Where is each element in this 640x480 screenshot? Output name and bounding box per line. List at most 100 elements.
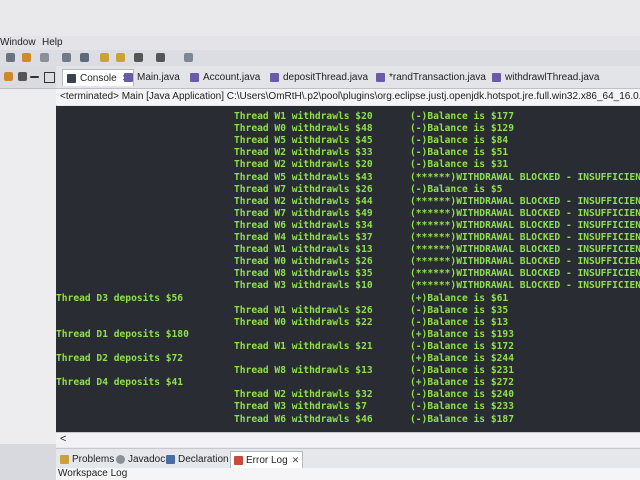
menu-help[interactable]: Help	[42, 37, 63, 48]
package-explorer-panel	[0, 89, 57, 444]
wrench-icon[interactable]	[40, 53, 49, 62]
console-line: Thread W2 withdrawls $33 (-)Balance is $5…	[56, 147, 640, 159]
withdraw-text: Thread W1 withdrawls $13	[234, 244, 373, 256]
deposit-text: Thread D4 deposits $41	[56, 377, 184, 389]
withdraw-text: Thread W8 withdrawls $13	[234, 365, 373, 377]
withdraw-text: Thread W2 withdrawls $44	[234, 195, 373, 207]
console-line: Thread W0 withdrawls $26 (******)WITHDRAW…	[56, 256, 640, 268]
console-line: Thread W0 withdrawls $48 (-)Balance is $1…	[56, 123, 640, 135]
tab-label: withdrawlThread.java	[505, 71, 600, 83]
console-line: Thread D2 deposits $72 (+)Balance is $244	[56, 353, 640, 365]
withdraw-text: Thread W7 withdrawls $26	[234, 183, 373, 195]
deposit-text: Thread D2 deposits $72	[56, 353, 184, 364]
console-line: Thread W7 withdrawls $49 (******)WITHDRAW…	[56, 208, 640, 220]
balance-text: (-)Balance is $172	[410, 340, 514, 352]
tab-withdrawlthread-java[interactable]: withdrawlThread.java	[492, 69, 600, 85]
console-line: Thread W7 withdrawls $26 (-)Balance is $5	[56, 184, 640, 196]
console-line: Thread W1 withdrawls $21 (-)Balance is $1…	[56, 341, 640, 353]
balance-text: (******)WITHDRAWAL BLOCKED - INSUFFICIEN…	[410, 195, 640, 207]
withdraw-text: Thread W8 withdrawls $35	[234, 268, 373, 280]
bottom-tabbar: Problems Javadoc Declaration Error Log ✕	[56, 448, 640, 469]
tab-problems[interactable]: Problems	[60, 451, 114, 467]
balance-text: (-)Balance is $177	[410, 111, 514, 122]
console-line: Thread W1 withdrawls $13 (******)WITHDRAW…	[56, 244, 640, 256]
bookmark-icon[interactable]	[80, 53, 89, 62]
eclipse-window: Window Help Console ✕ Main.java	[0, 0, 640, 480]
withdraw-text: Thread W1 withdrawls $26	[234, 304, 373, 316]
withdraw-text: Thread W3 withdrawls $7	[234, 401, 367, 413]
arrow-right-icon[interactable]	[116, 53, 125, 62]
withdraw-text: Thread W6 withdrawls $34	[234, 219, 373, 231]
console-line: Thread W1 withdrawls $20 (-)Balance is $1…	[56, 111, 640, 123]
java-file-icon	[492, 72, 501, 82]
console-line: Thread W2 withdrawls $32 (-)Balance is $2…	[56, 389, 640, 401]
tab-label: depositThread.java	[283, 71, 369, 83]
withdraw-text: Thread W5 withdrawls $43	[234, 171, 373, 183]
tab-account-java[interactable]: Account.java	[190, 69, 260, 85]
main-toolbar	[0, 50, 640, 67]
console-line: Thread W2 withdrawls $20 (-)Balance is $3…	[56, 159, 640, 171]
arrow-left-icon[interactable]	[100, 53, 109, 62]
console-line: Thread W4 withdrawls $37 (******)WITHDRAW…	[56, 232, 640, 244]
balance-text: (+)Balance is $244	[410, 353, 514, 364]
forward-icon[interactable]	[156, 53, 165, 62]
new-icon[interactable]	[6, 53, 15, 62]
console-line: Thread W3 withdrawls $7 (-)Balance is $23…	[56, 401, 640, 413]
pencil-icon[interactable]	[22, 53, 31, 62]
left-view-tools	[0, 66, 56, 88]
link-icon[interactable]	[4, 72, 13, 81]
balance-text: (******)WITHDRAWAL BLOCKED - INSUFFICIEN…	[410, 219, 640, 231]
tab-label: Javadoc	[128, 453, 166, 465]
console-line: Thread W6 withdrawls $34 (******)WITHDRAW…	[56, 220, 640, 232]
withdraw-text: Thread W2 withdrawls $20	[234, 159, 373, 171]
console-process-label: <terminated> Main [Java Application] C:\…	[56, 89, 640, 105]
back-icon[interactable]	[134, 53, 143, 62]
java-file-icon	[124, 72, 133, 82]
balance-text: (-)Balance is $233	[410, 401, 514, 413]
console-line: Thread W1 withdrawls $26 (-)Balance is $3…	[56, 305, 640, 317]
tab-error-log[interactable]: Error Log ✕	[230, 451, 304, 468]
tab-depositthread-java[interactable]: depositThread.java	[270, 69, 368, 85]
javadoc-icon	[116, 454, 125, 464]
withdraw-text: Thread W0 withdrawls $26	[234, 256, 373, 268]
left-bottom-panel	[0, 444, 56, 480]
console-line: Thread W5 withdrawls $43 (******)WITHDRAW…	[56, 172, 640, 184]
perspective-icon[interactable]	[184, 53, 193, 62]
balance-text: (-)Balance is $31	[410, 159, 509, 171]
menu-window[interactable]: Window	[0, 37, 36, 48]
balance-text: (******)WITHDRAWAL BLOCKED - INSUFFICIEN…	[410, 207, 640, 219]
minimize-icon[interactable]	[30, 76, 39, 78]
declaration-icon	[166, 454, 175, 464]
withdraw-text: Thread W6 withdrawls $46	[234, 413, 373, 425]
step-icon[interactable]	[62, 53, 71, 62]
balance-text: (-)Balance is $187	[410, 413, 514, 425]
balance-text: (+)Balance is $61	[410, 292, 509, 304]
console-line: Thread W6 withdrawls $46 (-)Balance is $1…	[56, 414, 640, 426]
close-icon[interactable]: ✕	[292, 455, 300, 466]
tab-label: Account.java	[203, 71, 261, 83]
tab-javadoc[interactable]: Javadoc	[116, 451, 165, 467]
balance-text: (******)WITHDRAWAL BLOCKED - INSUFFICIEN…	[410, 244, 640, 256]
balance-text: (******)WITHDRAWAL BLOCKED - INSUFFICIEN…	[410, 171, 640, 183]
withdraw-text: Thread W2 withdrawls $33	[234, 147, 373, 159]
console-line: Thread W8 withdrawls $13 (-)Balance is $2…	[56, 365, 640, 377]
console-horizontal-scrollbar[interactable]: <	[56, 432, 640, 447]
withdraw-text: Thread W0 withdrawls $48	[234, 123, 373, 135]
menu-bar: Window Help	[0, 36, 640, 50]
scroll-left-arrow[interactable]: <	[60, 433, 66, 445]
maximize-icon[interactable]	[44, 72, 55, 83]
console-output[interactable]: Thread W1 withdrawls $20 (-)Balance is $1…	[56, 106, 640, 432]
java-file-icon	[376, 72, 385, 82]
tab-label: Problems	[72, 453, 115, 465]
tab-declaration[interactable]: Declaration	[166, 451, 229, 467]
balance-text: (-)Balance is $231	[410, 365, 514, 377]
tab-main-java[interactable]: Main.java	[124, 69, 180, 85]
tab-label: Console	[80, 72, 117, 84]
withdraw-text: Thread W1 withdrawls $20	[234, 111, 373, 122]
console-line: Thread D4 deposits $41 (+)Balance is $272	[56, 377, 640, 389]
withdraw-text: Thread W2 withdrawls $32	[234, 389, 373, 401]
problems-icon	[60, 454, 69, 464]
tab-randtransaction-java[interactable]: *randTransaction.java	[376, 69, 486, 85]
collapse-icon[interactable]	[18, 72, 27, 81]
deposit-text: Thread D3 deposits $56	[56, 292, 184, 304]
